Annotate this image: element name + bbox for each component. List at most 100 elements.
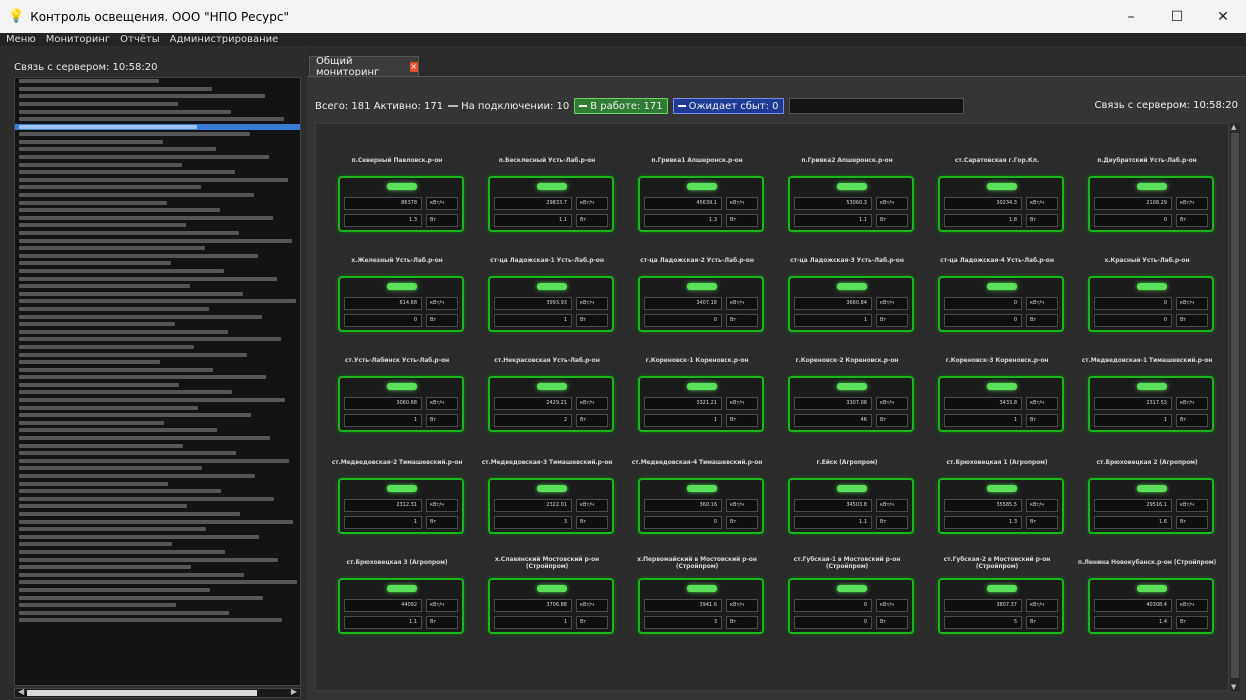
- log-row[interactable]: [19, 101, 300, 107]
- log-row[interactable]: [19, 222, 300, 228]
- log-row[interactable]: [19, 237, 300, 243]
- object-status-box[interactable]: 40308.4 кВт/ч 1.4 Вт: [1088, 578, 1214, 634]
- log-row[interactable]: [19, 534, 300, 540]
- object-card[interactable]: ст.Саратовская г.Гор.Кл. 30234.3 кВт/ч 1.8 В…: [922, 146, 1072, 248]
- object-status-box[interactable]: 3660.84 кВт/ч 1 Вт: [788, 276, 914, 332]
- object-status-box[interactable]: 2429.21 кВт/ч 2 Вт: [488, 376, 614, 432]
- tab-close-icon[interactable]: ×: [409, 61, 418, 72]
- close-button[interactable]: ✕: [1200, 0, 1246, 33]
- object-status-box[interactable]: 3993.93 кВт/ч 1 Вт: [488, 276, 614, 332]
- scroll-up-icon[interactable]: ▲: [1231, 123, 1236, 131]
- object-status-box[interactable]: 3307.08 кВт/ч 46 Вт: [788, 376, 914, 432]
- object-card[interactable]: г.Кореновск-3 Кореновск.р-он 3433.8 кВт/ч 1…: [922, 346, 1072, 448]
- object-card[interactable]: ст-ца Ладожская-4 Усть-Лаб.р-он 0 кВт/ч 0 Вт: [922, 246, 1072, 348]
- log-row[interactable]: [19, 306, 300, 312]
- log-row[interactable]: [19, 594, 300, 600]
- log-row[interactable]: [19, 351, 300, 357]
- log-row[interactable]: [19, 253, 300, 259]
- object-card[interactable]: п.Гривка1 Апшеронск.р-он 45639.1 кВт/ч 1.3 В…: [622, 146, 772, 248]
- object-card[interactable]: ст.Брюховецкая 2 (Агропром) 29516.1 кВт/ч 1…: [1072, 448, 1222, 550]
- object-card[interactable]: г.Ейск (Агропром) 34503.8 кВт/ч 1.1 Вт: [772, 448, 922, 550]
- log-row[interactable]: [19, 359, 300, 365]
- object-card[interactable]: ст-ца Ладожская-2 Усть-Лаб.р-он 3407.18 кВ…: [622, 246, 772, 348]
- object-card[interactable]: ст.Медведовская-4 Тимашевский.р-он 360.16…: [622, 448, 772, 550]
- object-card[interactable]: ст.Медведовская-3 Тимашевский.р-он 2322.0…: [472, 448, 622, 550]
- filter-input[interactable]: [788, 98, 964, 114]
- object-status-box[interactable]: 3321.21 кВт/ч 1 Вт: [638, 376, 764, 432]
- object-status-box[interactable]: 29833.7 кВт/ч 1.1 Вт: [488, 176, 614, 232]
- object-card[interactable]: п.Бесклесный Усть-Лаб.р-он 29833.7 кВт/ч 1.…: [472, 146, 622, 248]
- menu-item-main[interactable]: Меню: [6, 34, 36, 45]
- object-card[interactable]: ст.Брюховецкая 1 (Агропром) 35585.5 кВт/ч 1…: [922, 448, 1072, 550]
- object-card[interactable]: ст.Некрасовская Усть-Лаб.р-он 2429.21 кВт/…: [472, 346, 622, 448]
- object-card[interactable]: х.Железный Усть-Лаб.р-он 614.68 кВт/ч 0 Вт: [322, 246, 472, 348]
- log-row[interactable]: [19, 154, 300, 160]
- log-row[interactable]: [19, 556, 300, 562]
- log-row[interactable]: [19, 549, 300, 555]
- object-card[interactable]: ст.Губская-1 в Мостовский р-он (Стройпро…: [772, 548, 922, 650]
- log-row[interactable]: [19, 511, 300, 517]
- log-row[interactable]: [19, 344, 300, 350]
- maximize-button[interactable]: ☐: [1154, 0, 1200, 33]
- scroll-left-icon[interactable]: ◀: [18, 687, 24, 696]
- object-card[interactable]: х.Красный Усть-Лаб.р-он 0 кВт/ч 0 Вт: [1072, 246, 1222, 348]
- object-card[interactable]: ст-ца Ладожская-1 Усть-Лаб.р-он 3993.93 кВ…: [472, 246, 622, 348]
- log-row[interactable]: [19, 298, 300, 304]
- log-row[interactable]: [19, 458, 300, 464]
- scroll-thumb[interactable]: [27, 690, 257, 696]
- scroll-down-icon[interactable]: ▼: [1231, 683, 1236, 691]
- log-horizontal-scrollbar[interactable]: ◀ ▶: [14, 687, 301, 698]
- log-row[interactable]: [19, 207, 300, 213]
- log-row[interactable]: [19, 131, 300, 137]
- object-status-box[interactable]: 3433.8 кВт/ч 1 Вт: [938, 376, 1064, 432]
- object-status-box[interactable]: 3807.37 кВт/ч 5 Вт: [938, 578, 1064, 634]
- log-row[interactable]: [19, 336, 300, 342]
- object-card[interactable]: п.Двубратский Усть-Лаб.р-он 2108.29 кВт/ч 0…: [1072, 146, 1222, 248]
- log-row[interactable]: [19, 93, 300, 99]
- object-card[interactable]: ст-ца Ладожская-3 Усть-Лаб.р-он 3660.84 кВ…: [772, 246, 922, 348]
- object-status-box[interactable]: 2322.01 кВт/ч 3 Вт: [488, 478, 614, 534]
- log-row[interactable]: [19, 162, 300, 168]
- object-status-box[interactable]: 614.68 кВт/ч 0 Вт: [338, 276, 464, 332]
- status-waiting-badge[interactable]: Ожидает сбыт: 0: [672, 98, 784, 114]
- object-card[interactable]: х.Славянский Мостовский р-он (Стройпром)…: [472, 548, 622, 650]
- object-card[interactable]: ст.Медведовская-2 Тимашевский.р-он 2312.3…: [322, 448, 472, 550]
- log-row[interactable]: [19, 564, 300, 570]
- object-status-box[interactable]: 2312.31 кВт/ч 1 Вт: [338, 478, 464, 534]
- log-row[interactable]: [19, 496, 300, 502]
- object-status-box[interactable]: 0 кВт/ч 0 Вт: [938, 276, 1064, 332]
- log-row[interactable]: [19, 587, 300, 593]
- log-row[interactable]: [19, 541, 300, 547]
- event-log-list[interactable]: [14, 77, 301, 686]
- object-status-box[interactable]: 3706.88 кВт/ч 1 Вт: [488, 578, 614, 634]
- log-row[interactable]: [19, 518, 300, 524]
- log-row[interactable]: [19, 192, 300, 198]
- log-row[interactable]: [19, 503, 300, 509]
- log-row[interactable]: [19, 572, 300, 578]
- object-status-box[interactable]: 2108.29 кВт/ч 0 Вт: [1088, 176, 1214, 232]
- log-row[interactable]: [19, 435, 300, 441]
- log-row[interactable]: [19, 473, 300, 479]
- log-row[interactable]: [19, 465, 300, 471]
- minimize-button[interactable]: –: [1108, 0, 1154, 33]
- status-working-badge[interactable]: В работе: 171: [574, 98, 668, 114]
- log-row[interactable]: [19, 268, 300, 274]
- log-row[interactable]: [19, 389, 300, 395]
- object-status-box[interactable]: 3941.6 кВт/ч 3 Вт: [638, 578, 764, 634]
- log-row[interactable]: [19, 230, 300, 236]
- log-row[interactable]: [19, 116, 300, 122]
- menu-item-monitoring[interactable]: Мониторинг: [46, 34, 110, 45]
- log-row[interactable]: [19, 617, 300, 623]
- object-status-box[interactable]: 2317.53 кВт/ч 1 Вт: [1088, 376, 1214, 432]
- log-row[interactable]: [19, 177, 300, 183]
- object-status-box[interactable]: 53060.3 кВт/ч 1.1 Вт: [788, 176, 914, 232]
- log-row[interactable]: [19, 260, 300, 266]
- object-status-box[interactable]: 45639.1 кВт/ч 1.3 Вт: [638, 176, 764, 232]
- log-row[interactable]: [19, 108, 300, 114]
- object-status-box[interactable]: 86378 кВт/ч 1.3 Вт: [338, 176, 464, 232]
- object-status-box[interactable]: 3407.18 кВт/ч 0 Вт: [638, 276, 764, 332]
- log-row[interactable]: [19, 420, 300, 426]
- object-status-box[interactable]: 30234.3 кВт/ч 1.8 Вт: [938, 176, 1064, 232]
- log-row[interactable]: [19, 526, 300, 532]
- log-row[interactable]: [19, 321, 300, 327]
